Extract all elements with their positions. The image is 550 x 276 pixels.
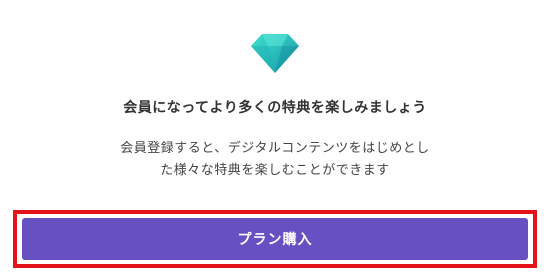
- purchase-plan-button[interactable]: プラン購入: [22, 218, 528, 260]
- diamond-icon: [251, 34, 299, 73]
- membership-promo-card: 会員になってより多くの特典を楽しみましょう 会員登録すると、デジタルコンテンツを…: [0, 0, 550, 276]
- promo-title: 会員になってより多くの特典を楽しみましょう: [123, 100, 427, 116]
- promo-description-line: た様々な特典を楽しむことができます: [160, 163, 390, 178]
- promo-description: 会員登録すると、デジタルコンテンツをはじめとし た様々な特典を楽しむことができま…: [100, 138, 450, 182]
- promo-description-line: 会員登録すると、デジタルコンテンツをはじめとし: [120, 141, 430, 156]
